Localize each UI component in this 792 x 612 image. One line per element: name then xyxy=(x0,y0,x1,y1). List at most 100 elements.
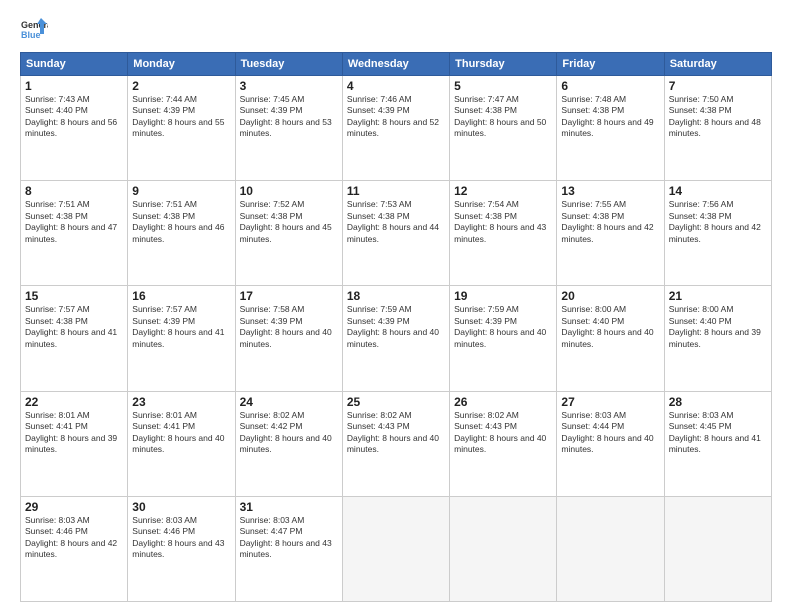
day-number: 7 xyxy=(669,79,767,93)
day-number: 23 xyxy=(132,395,230,409)
header-sunday: Sunday xyxy=(21,53,128,76)
calendar-cell: 6 Sunrise: 7:48 AMSunset: 4:38 PMDayligh… xyxy=(557,76,664,181)
day-info: Sunrise: 7:50 AMSunset: 4:38 PMDaylight:… xyxy=(669,94,761,138)
calendar-cell: 2 Sunrise: 7:44 AMSunset: 4:39 PMDayligh… xyxy=(128,76,235,181)
calendar-cell: 15 Sunrise: 7:57 AMSunset: 4:38 PMDaylig… xyxy=(21,286,128,391)
day-number: 20 xyxy=(561,289,659,303)
day-info: Sunrise: 7:57 AMSunset: 4:39 PMDaylight:… xyxy=(132,304,224,348)
header-monday: Monday xyxy=(128,53,235,76)
calendar-cell xyxy=(664,496,771,601)
day-info: Sunrise: 8:00 AMSunset: 4:40 PMDaylight:… xyxy=(561,304,653,348)
calendar-cell: 29 Sunrise: 8:03 AMSunset: 4:46 PMDaylig… xyxy=(21,496,128,601)
day-number: 13 xyxy=(561,184,659,198)
calendar-cell: 5 Sunrise: 7:47 AMSunset: 4:38 PMDayligh… xyxy=(450,76,557,181)
day-number: 29 xyxy=(25,500,123,514)
calendar-cell: 25 Sunrise: 8:02 AMSunset: 4:43 PMDaylig… xyxy=(342,391,449,496)
calendar-cell: 14 Sunrise: 7:56 AMSunset: 4:38 PMDaylig… xyxy=(664,181,771,286)
header: General Blue xyxy=(20,16,772,44)
header-saturday: Saturday xyxy=(664,53,771,76)
day-info: Sunrise: 8:01 AMSunset: 4:41 PMDaylight:… xyxy=(132,410,224,454)
day-number: 16 xyxy=(132,289,230,303)
calendar-cell xyxy=(342,496,449,601)
day-info: Sunrise: 7:57 AMSunset: 4:38 PMDaylight:… xyxy=(25,304,117,348)
calendar-week-2: 8 Sunrise: 7:51 AMSunset: 4:38 PMDayligh… xyxy=(21,181,772,286)
day-number: 31 xyxy=(240,500,338,514)
day-info: Sunrise: 7:52 AMSunset: 4:38 PMDaylight:… xyxy=(240,199,332,243)
calendar-cell: 12 Sunrise: 7:54 AMSunset: 4:38 PMDaylig… xyxy=(450,181,557,286)
calendar-cell: 7 Sunrise: 7:50 AMSunset: 4:38 PMDayligh… xyxy=(664,76,771,181)
calendar-cell: 16 Sunrise: 7:57 AMSunset: 4:39 PMDaylig… xyxy=(128,286,235,391)
calendar-cell: 26 Sunrise: 8:02 AMSunset: 4:43 PMDaylig… xyxy=(450,391,557,496)
day-info: Sunrise: 8:00 AMSunset: 4:40 PMDaylight:… xyxy=(669,304,761,348)
calendar-page: General Blue Sunday Monday Tuesday Wedne… xyxy=(0,0,792,612)
day-info: Sunrise: 8:02 AMSunset: 4:42 PMDaylight:… xyxy=(240,410,332,454)
logo: General Blue xyxy=(20,16,48,44)
calendar-cell: 3 Sunrise: 7:45 AMSunset: 4:39 PMDayligh… xyxy=(235,76,342,181)
day-number: 1 xyxy=(25,79,123,93)
header-wednesday: Wednesday xyxy=(342,53,449,76)
day-info: Sunrise: 7:53 AMSunset: 4:38 PMDaylight:… xyxy=(347,199,439,243)
day-info: Sunrise: 7:46 AMSunset: 4:39 PMDaylight:… xyxy=(347,94,439,138)
day-number: 28 xyxy=(669,395,767,409)
calendar-cell: 19 Sunrise: 7:59 AMSunset: 4:39 PMDaylig… xyxy=(450,286,557,391)
day-number: 9 xyxy=(132,184,230,198)
day-number: 21 xyxy=(669,289,767,303)
day-info: Sunrise: 8:03 AMSunset: 4:44 PMDaylight:… xyxy=(561,410,653,454)
day-info: Sunrise: 7:58 AMSunset: 4:39 PMDaylight:… xyxy=(240,304,332,348)
calendar-cell: 8 Sunrise: 7:51 AMSunset: 4:38 PMDayligh… xyxy=(21,181,128,286)
day-info: Sunrise: 8:03 AMSunset: 4:47 PMDaylight:… xyxy=(240,515,332,559)
calendar-cell: 27 Sunrise: 8:03 AMSunset: 4:44 PMDaylig… xyxy=(557,391,664,496)
calendar-week-1: 1 Sunrise: 7:43 AMSunset: 4:40 PMDayligh… xyxy=(21,76,772,181)
day-info: Sunrise: 7:51 AMSunset: 4:38 PMDaylight:… xyxy=(132,199,224,243)
day-info: Sunrise: 8:01 AMSunset: 4:41 PMDaylight:… xyxy=(25,410,117,454)
calendar-week-3: 15 Sunrise: 7:57 AMSunset: 4:38 PMDaylig… xyxy=(21,286,772,391)
calendar-cell: 28 Sunrise: 8:03 AMSunset: 4:45 PMDaylig… xyxy=(664,391,771,496)
calendar-cell: 10 Sunrise: 7:52 AMSunset: 4:38 PMDaylig… xyxy=(235,181,342,286)
weekday-header-row: Sunday Monday Tuesday Wednesday Thursday… xyxy=(21,53,772,76)
day-info: Sunrise: 7:44 AMSunset: 4:39 PMDaylight:… xyxy=(132,94,224,138)
day-number: 5 xyxy=(454,79,552,93)
day-info: Sunrise: 8:03 AMSunset: 4:46 PMDaylight:… xyxy=(132,515,224,559)
calendar-cell: 24 Sunrise: 8:02 AMSunset: 4:42 PMDaylig… xyxy=(235,391,342,496)
day-info: Sunrise: 7:47 AMSunset: 4:38 PMDaylight:… xyxy=(454,94,546,138)
day-info: Sunrise: 8:03 AMSunset: 4:45 PMDaylight:… xyxy=(669,410,761,454)
calendar-week-5: 29 Sunrise: 8:03 AMSunset: 4:46 PMDaylig… xyxy=(21,496,772,601)
day-info: Sunrise: 8:02 AMSunset: 4:43 PMDaylight:… xyxy=(347,410,439,454)
day-number: 26 xyxy=(454,395,552,409)
svg-text:Blue: Blue xyxy=(21,30,41,40)
day-number: 18 xyxy=(347,289,445,303)
calendar-cell: 1 Sunrise: 7:43 AMSunset: 4:40 PMDayligh… xyxy=(21,76,128,181)
calendar-cell: 30 Sunrise: 8:03 AMSunset: 4:46 PMDaylig… xyxy=(128,496,235,601)
header-tuesday: Tuesday xyxy=(235,53,342,76)
day-number: 6 xyxy=(561,79,659,93)
day-info: Sunrise: 7:54 AMSunset: 4:38 PMDaylight:… xyxy=(454,199,546,243)
day-info: Sunrise: 7:45 AMSunset: 4:39 PMDaylight:… xyxy=(240,94,332,138)
day-number: 12 xyxy=(454,184,552,198)
day-number: 4 xyxy=(347,79,445,93)
day-number: 15 xyxy=(25,289,123,303)
day-number: 30 xyxy=(132,500,230,514)
logo-svg: General Blue xyxy=(20,16,48,44)
day-number: 3 xyxy=(240,79,338,93)
day-number: 24 xyxy=(240,395,338,409)
day-number: 25 xyxy=(347,395,445,409)
day-info: Sunrise: 7:48 AMSunset: 4:38 PMDaylight:… xyxy=(561,94,653,138)
day-info: Sunrise: 7:55 AMSunset: 4:38 PMDaylight:… xyxy=(561,199,653,243)
calendar-week-4: 22 Sunrise: 8:01 AMSunset: 4:41 PMDaylig… xyxy=(21,391,772,496)
day-number: 2 xyxy=(132,79,230,93)
calendar-cell: 17 Sunrise: 7:58 AMSunset: 4:39 PMDaylig… xyxy=(235,286,342,391)
calendar-cell: 31 Sunrise: 8:03 AMSunset: 4:47 PMDaylig… xyxy=(235,496,342,601)
day-number: 22 xyxy=(25,395,123,409)
day-number: 27 xyxy=(561,395,659,409)
calendar-cell: 9 Sunrise: 7:51 AMSunset: 4:38 PMDayligh… xyxy=(128,181,235,286)
day-number: 10 xyxy=(240,184,338,198)
calendar-cell: 11 Sunrise: 7:53 AMSunset: 4:38 PMDaylig… xyxy=(342,181,449,286)
calendar-table: Sunday Monday Tuesday Wednesday Thursday… xyxy=(20,52,772,602)
calendar-cell xyxy=(450,496,557,601)
day-info: Sunrise: 7:56 AMSunset: 4:38 PMDaylight:… xyxy=(669,199,761,243)
calendar-cell: 18 Sunrise: 7:59 AMSunset: 4:39 PMDaylig… xyxy=(342,286,449,391)
day-info: Sunrise: 7:59 AMSunset: 4:39 PMDaylight:… xyxy=(454,304,546,348)
calendar-cell: 20 Sunrise: 8:00 AMSunset: 4:40 PMDaylig… xyxy=(557,286,664,391)
calendar-cell: 21 Sunrise: 8:00 AMSunset: 4:40 PMDaylig… xyxy=(664,286,771,391)
day-info: Sunrise: 7:59 AMSunset: 4:39 PMDaylight:… xyxy=(347,304,439,348)
